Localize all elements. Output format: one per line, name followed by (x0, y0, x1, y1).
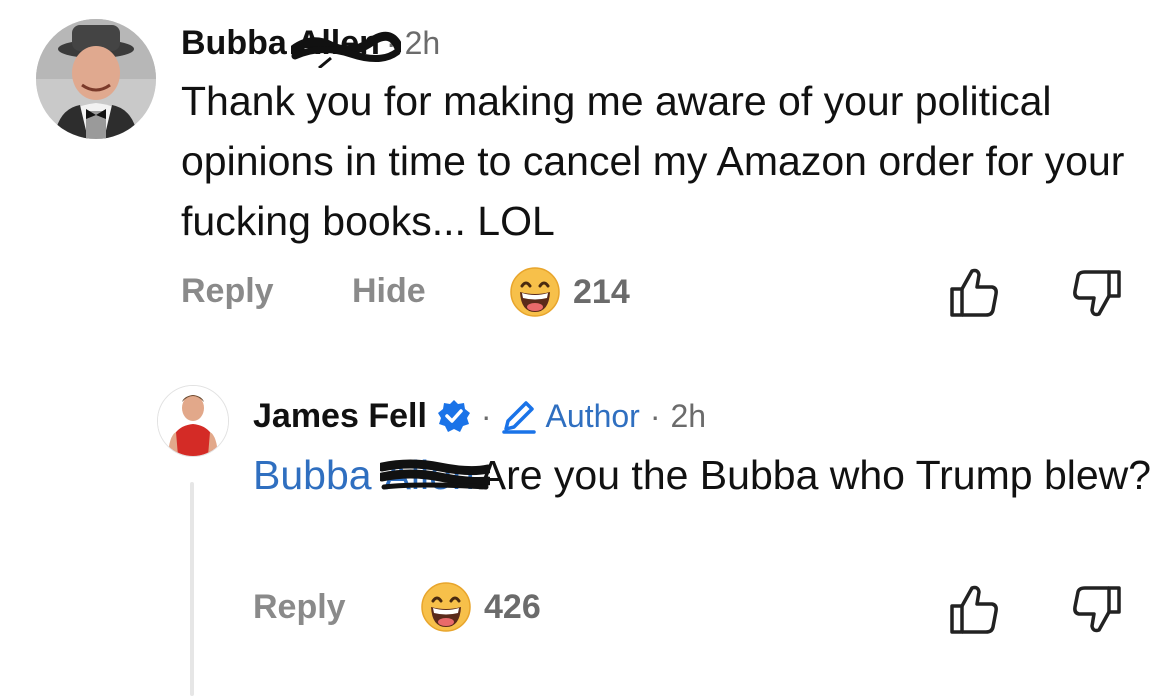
reaction-count: 426 (484, 587, 541, 626)
verified-badge-icon (437, 400, 470, 432)
redaction-scribble (290, 31, 401, 68)
reply-text: Are you the Bubba who Trump blew? (478, 452, 1152, 498)
commenter-avatar[interactable] (36, 19, 156, 139)
thumbs-up-icon[interactable] (948, 582, 1000, 636)
dot-separator: · (649, 397, 661, 434)
thumbs-down-icon[interactable] (1071, 584, 1123, 638)
reply-author-avatar[interactable] (157, 385, 229, 457)
mention-link[interactable]: Bubba (253, 452, 372, 498)
reply-author-name[interactable]: James Fell (253, 397, 427, 436)
reply-body: Bubba Allen Are you the Bubba who Trump b… (253, 445, 1153, 505)
commenter-name[interactable]: Bubba (181, 24, 287, 63)
thumbs-up-icon[interactable] (948, 265, 1000, 319)
pencil-icon (501, 401, 536, 434)
commenter-last-name-redacted: Allen (290, 24, 401, 68)
author-role-label: Author (545, 397, 640, 434)
reaction-button[interactable]: 214 (509, 266, 630, 318)
reaction-button[interactable]: 426 (420, 581, 541, 633)
laughing-emoji-icon (510, 267, 560, 317)
hide-button[interactable]: Hide (352, 272, 426, 311)
comment-timestamp: 2h (404, 24, 441, 61)
reaction-count: 214 (573, 272, 630, 311)
profile-photo (36, 19, 156, 139)
laughing-emoji-icon (421, 582, 471, 632)
thread-line (190, 482, 194, 696)
profile-photo (158, 386, 228, 456)
reply-button[interactable]: Reply (181, 272, 274, 311)
reply-button[interactable]: Reply (253, 588, 346, 627)
redaction-scribble (379, 459, 490, 490)
thumbs-down-icon[interactable] (1071, 268, 1123, 322)
mention-last-name-redacted: Allen (379, 445, 490, 505)
dot-separator: · (480, 397, 492, 434)
comment-body: Thank you for making me aware of your po… (181, 78, 1125, 244)
reply-timestamp: 2h (670, 397, 707, 434)
